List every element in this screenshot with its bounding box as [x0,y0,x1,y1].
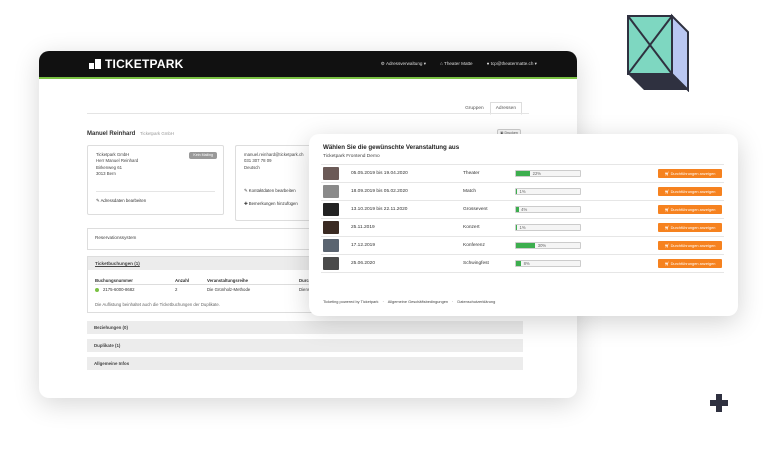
capacity-progress-bar: 1% [515,224,581,231]
event-thumbnail [323,257,339,270]
plus-icon [710,394,728,412]
relations-section[interactable]: Beziehungen (0) [87,321,523,334]
event-date: 25.11.2019 [351,225,375,230]
capacity-progress-bar: 8% [515,260,581,267]
event-row[interactable]: 25.11.2019 Konzert 1% 🛒︎ Durchführungen anz… [321,219,724,237]
event-thumbnail [323,221,339,234]
nav-item-account[interactable]: ● tcp@theatermatte.ch ▾ [487,61,537,67]
capacity-progress-bar: 30% [515,242,581,249]
col-header: Buchungsnummer [95,277,133,283]
event-thumbnail [323,167,339,180]
footer-separator: · [452,299,454,304]
event-thumbnail [323,185,339,198]
show-dates-button[interactable]: 🛒︎ Durchführungen anzeigen [658,205,722,214]
footer-separator: · [382,299,384,304]
col-header: Veranstaltungsreihe [207,277,249,283]
event-category: Match [463,189,477,194]
event-list: 05.05.2019 bis 19.04.2020 Theater 22% 🛒︎ Du… [321,164,724,273]
page-title: Manuel Reinhard Ticketpark GmbH [87,131,174,137]
event-date: 25.06.2020 [351,261,376,266]
capacity-progress-bar: 22% [515,170,581,177]
event-date: 05.05.2019 bis 19.04.2020 [351,171,408,176]
event-category: Grossevent [463,207,488,212]
progress-fill [516,261,522,266]
booking-number-cell: 2175-6000-8682 [95,287,175,292]
event-row[interactable]: 17.12.2019 Konferenz 30% 🛒︎ Durchführungen … [321,237,724,255]
progress-label: 4% [521,207,528,212]
show-dates-button[interactable]: 🛒︎ Durchführungen anzeigen [658,223,722,232]
show-dates-button[interactable]: 🛒︎ Durchführungen anzeigen [658,169,722,178]
event-thumbnail [323,239,339,252]
show-dates-button[interactable]: 🛒︎ Durchführungen anzeigen [658,241,722,250]
series-cell: Die Grünholz-Methode [207,287,251,292]
show-dates-label: Durchführungen anzeigen [670,207,716,212]
show-dates-label: Durchführungen anzeigen [670,171,716,176]
nav-item-adressverwaltung[interactable]: ⚙ Adressverwaltung ▾ [381,61,426,67]
edit-address-link[interactable]: ✎ Adressdaten bearbeiten [96,198,146,204]
progress-fill [516,189,517,194]
address-line: 3013 Bern [96,171,116,177]
show-dates-label: Durchführungen anzeigen [670,243,716,248]
no-mailing-badge: Kein Mailing [189,152,217,159]
footer-privacy-link[interactable]: Datenschutzerklärung [457,299,495,304]
footer-terms-link[interactable]: Allgemeine Geschäftsbedingungen [388,299,448,304]
capacity-progress-bar: 4% [515,206,581,213]
event-category: Konferenz [463,243,485,248]
event-row[interactable]: 18.09.2019 bis 05.02.2020 Match 1% 🛒︎ Durch… [321,183,724,201]
add-remarks-link[interactable]: ✚ Bemerkungen hinzufügen [244,201,298,207]
event-row[interactable]: 13.10.2019 bis 22.11.2020 Grossevent 4% 🛒︎ … [321,201,724,219]
address-card: Kein Mailing Ticketpark GmbH Herr Manuel… [87,145,224,215]
event-selection-popup: Wählen Sie die gewünschte Veranstaltung … [309,134,738,316]
col-header: Anzahl [175,277,190,283]
general-info-section[interactable]: Allgemeine Infos [87,357,523,370]
logo-mark-icon [89,59,101,69]
popup-title: Wählen Sie die gewünschte Veranstaltung … [323,144,460,151]
event-category: Konzert [463,225,480,230]
duplicates-section[interactable]: Duplikate (1) [87,339,523,352]
card-divider [96,191,215,192]
status-dot [95,287,99,292]
event-category: Schwingfest [463,261,489,266]
event-date: 17.12.2019 [351,243,376,248]
cube-icon [627,13,689,92]
progress-label: 1% [519,189,526,194]
nav-item-organisation[interactable]: ⌂ Theater Matte [440,61,473,67]
progress-fill [516,207,519,212]
edit-contact-link[interactable]: ✎ Kontaktdaten bearbeiten [244,188,296,194]
progress-fill [516,225,517,230]
progress-label: 8% [523,261,530,266]
logo-text: TICKETPARK [105,57,184,71]
event-category: Theater [463,171,480,176]
popup-footer: Ticketing powered by Ticketpark · Allgeme… [323,299,495,304]
show-dates-label: Durchführungen anzeigen [670,261,716,266]
footer-powered-by[interactable]: Ticketing powered by Ticketpark [323,299,378,304]
event-row[interactable]: 25.06.2020 Schwingfest 8% 🛒︎ Durchführungen… [321,255,724,273]
person-name: Manuel Reinhard [87,131,136,137]
capacity-progress-bar: 1% [515,188,581,195]
event-date: 18.09.2019 bis 05.02.2020 [351,189,408,194]
progress-label: 1% [519,225,526,230]
progress-label: 30% [537,243,547,248]
show-dates-button[interactable]: 🛒︎ Durchführungen anzeigen [658,187,722,196]
event-date: 13.10.2019 bis 22.11.2020 [351,207,408,212]
show-dates-label: Durchführungen anzeigen [670,225,716,230]
progress-label: 22% [532,171,542,176]
person-org: Ticketpark GmbH [140,131,175,136]
top-navbar: TICKETPARK ⚙ Adressverwaltung ▾ ⌂ Theate… [39,51,577,79]
tab-divider [87,113,529,114]
show-dates-button[interactable]: 🛒︎ Durchführungen anzeigen [658,259,722,268]
show-dates-label: Durchführungen anzeigen [670,189,716,194]
nav-menu: ⚙ Adressverwaltung ▾ ⌂ Theater Matte ● t… [381,61,537,67]
progress-fill [516,171,531,176]
ticketpark-logo[interactable]: TICKETPARK [89,57,183,71]
event-thumbnail [323,203,339,216]
progress-fill [516,243,536,248]
quantity-cell: 2 [175,287,178,292]
event-row[interactable]: 05.05.2019 bis 19.04.2020 Theater 22% 🛒︎ Du… [321,165,724,183]
reservation-label: Reservationssystem [95,235,137,240]
bookings-note: Die Auflistung beinhaltet auch die Ticke… [95,302,220,307]
popup-subtitle: Ticketpark Frontend Demo [323,154,380,159]
